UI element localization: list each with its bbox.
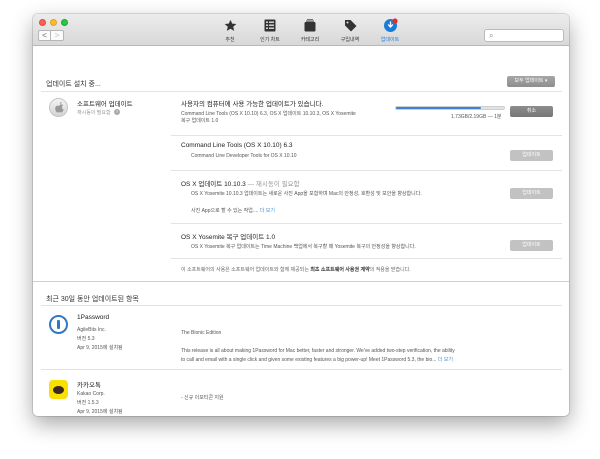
minimize-window-button[interactable] [50, 19, 57, 26]
back-button[interactable]: < [38, 30, 51, 41]
info-icon[interactable]: › [114, 109, 120, 115]
update-button[interactable]: 업데이트 [510, 240, 553, 251]
app-update-headline: The Bionic Edition [181, 330, 222, 336]
divider [41, 91, 562, 92]
star-icon [213, 17, 247, 33]
installing-section-title: 업데이트 설치 중... [46, 81, 101, 88]
app-update-desc-line1: This release is all about making 1Passwo… [181, 348, 455, 354]
cancel-button[interactable]: 취소 [510, 106, 553, 117]
update-button[interactable]: 업데이트 [510, 150, 553, 161]
more-link[interactable]: 더 보기 [438, 357, 453, 363]
forward-button[interactable]: > [51, 30, 64, 41]
divider [171, 258, 562, 259]
apple-logo-icon [49, 98, 68, 117]
update-item-desc2: 사진 App으로 할 수 있는 작업.... [191, 208, 260, 214]
tab-updates[interactable]: 업데이트 [373, 17, 407, 43]
tab-purchased[interactable]: 구입내역 [333, 17, 367, 43]
license-note-prefix: 이 소프트웨어의 사용은 소프트웨어 업데이트와 함께 제공되는 [181, 267, 311, 273]
updates-icon [373, 17, 407, 33]
tag-icon [333, 17, 367, 33]
section-divider [33, 281, 569, 282]
zoom-window-button[interactable] [61, 19, 68, 26]
update-item-desc-more: 사진 App으로 할 수 있는 작업.... 더 보기 [191, 207, 275, 214]
update-item-desc: Command Line Developer Tools for OS X 10… [191, 153, 297, 159]
software-update-title: 소프트웨어 업데이트 [77, 101, 133, 108]
installing-detail-line1: Command Line Tools (OS X 10.10) 6.3, OS … [181, 111, 356, 117]
license-agreement-link[interactable]: 최초 소프트웨어 사용권 계약 [310, 267, 369, 273]
tab-label: 구입내역 [340, 37, 360, 43]
app-version: 버전 1.5.3 [77, 400, 99, 406]
app-vendor: AgileBits Inc. [77, 327, 106, 333]
restart-required-label: 재시동이 필요함 [77, 110, 111, 116]
progress-text: 1.73GB/2.19GB — 1분 [451, 114, 502, 120]
update-item-title: OS X Yosemite 복구 업데이트 1.0 [181, 234, 276, 241]
1password-app-icon[interactable] [49, 315, 68, 334]
license-note-suffix: 의 적용을 받습니다. [369, 267, 411, 273]
tab-top-charts[interactable]: 인기 차트 [253, 17, 287, 43]
restart-required-note: — 재시동이 필요함 [247, 181, 300, 188]
app-update-desc2: to call and email with a single click an… [181, 357, 438, 363]
update-item-desc: OS X Yosemite 복구 업데이트는 Time Machine 백업에서… [191, 244, 416, 250]
search-field[interactable]: ⌕ [484, 29, 564, 42]
tab-label: 업데이트 [380, 37, 400, 43]
history-nav: < > [38, 30, 64, 41]
divider [171, 135, 562, 136]
window-controls [39, 19, 68, 26]
divider [41, 369, 562, 370]
progress-fill [396, 107, 482, 109]
tab-label: 추천 [225, 37, 235, 43]
installing-message: 사용자의 컴퓨터에 사용 가능한 업데이트가 있습니다. [181, 101, 324, 108]
recent-section-title: 최근 30일 동안 업데이트된 항목 [46, 296, 139, 303]
app-install-date: Apr 9, 2015에 설치됨 [77, 409, 123, 415]
speech-bubble-icon [53, 385, 64, 394]
update-all-button[interactable]: 모두 업데이트 ▾ [507, 76, 555, 87]
install-progress-bar [395, 106, 505, 110]
updates-content: 업데이트 설치 중... 모두 업데이트 ▾ 소프트웨어 업데이트 재시동이 필… [33, 47, 569, 416]
update-item-title: Command Line Tools (OS X 10.10) 6.3 [181, 142, 293, 149]
tab-categories[interactable]: 카테고리 [293, 17, 327, 43]
app-vendor: Kakao Corp. [77, 391, 105, 397]
app-version: 버전 5.3 [77, 336, 95, 342]
update-item-desc: OS X Yosemite 10.10.3 업데이트는 새로운 사진 App을 … [191, 191, 422, 197]
update-item-title: OS X 업데이트 10.10.3 — 재시동이 필요함 [181, 178, 300, 188]
license-note: 이 소프트웨어의 사용은 소프트웨어 업데이트와 함께 제공되는 최초 소프트웨… [181, 266, 411, 273]
app-update-desc-line2: to call and email with a single click an… [181, 356, 453, 363]
toolbar-tabs: 추천 인기 차트 카테고리 구입내역 업데이트 [213, 17, 407, 43]
app-name[interactable]: 1Password [77, 314, 109, 321]
app-name[interactable]: 카카오톡 [77, 379, 101, 389]
tab-label: 인기 차트 [260, 37, 280, 43]
more-link[interactable]: 더 보기 [260, 208, 275, 214]
close-window-button[interactable] [39, 19, 46, 26]
divider [41, 305, 562, 306]
tab-label: 카테고리 [300, 37, 320, 43]
divider [171, 170, 562, 171]
search-icon: ⌕ [489, 31, 494, 40]
tab-featured[interactable]: 추천 [213, 17, 247, 43]
keyhole-icon [57, 320, 60, 329]
installing-detail-line2: 복구 업데이트 1.0 [181, 118, 219, 124]
app-store-window: < > 추천 인기 차트 카테고리 구입내역 업데이트 ⌕ 업데이트 설치 중.… [33, 14, 569, 416]
update-item-title-text: OS X 업데이트 10.10.3 [181, 181, 246, 188]
kakaotalk-app-icon[interactable] [49, 380, 68, 399]
divider [171, 223, 562, 224]
update-button[interactable]: 업데이트 [510, 188, 553, 199]
toolbar: < > 추천 인기 차트 카테고리 구입내역 업데이트 ⌕ [33, 14, 569, 46]
list-icon [253, 17, 287, 33]
app-update-desc-line1: - 신규 이모티콘 지원 [181, 395, 224, 401]
app-install-date: Apr 9, 2015에 설치됨 [77, 345, 123, 351]
categories-icon [293, 17, 327, 33]
